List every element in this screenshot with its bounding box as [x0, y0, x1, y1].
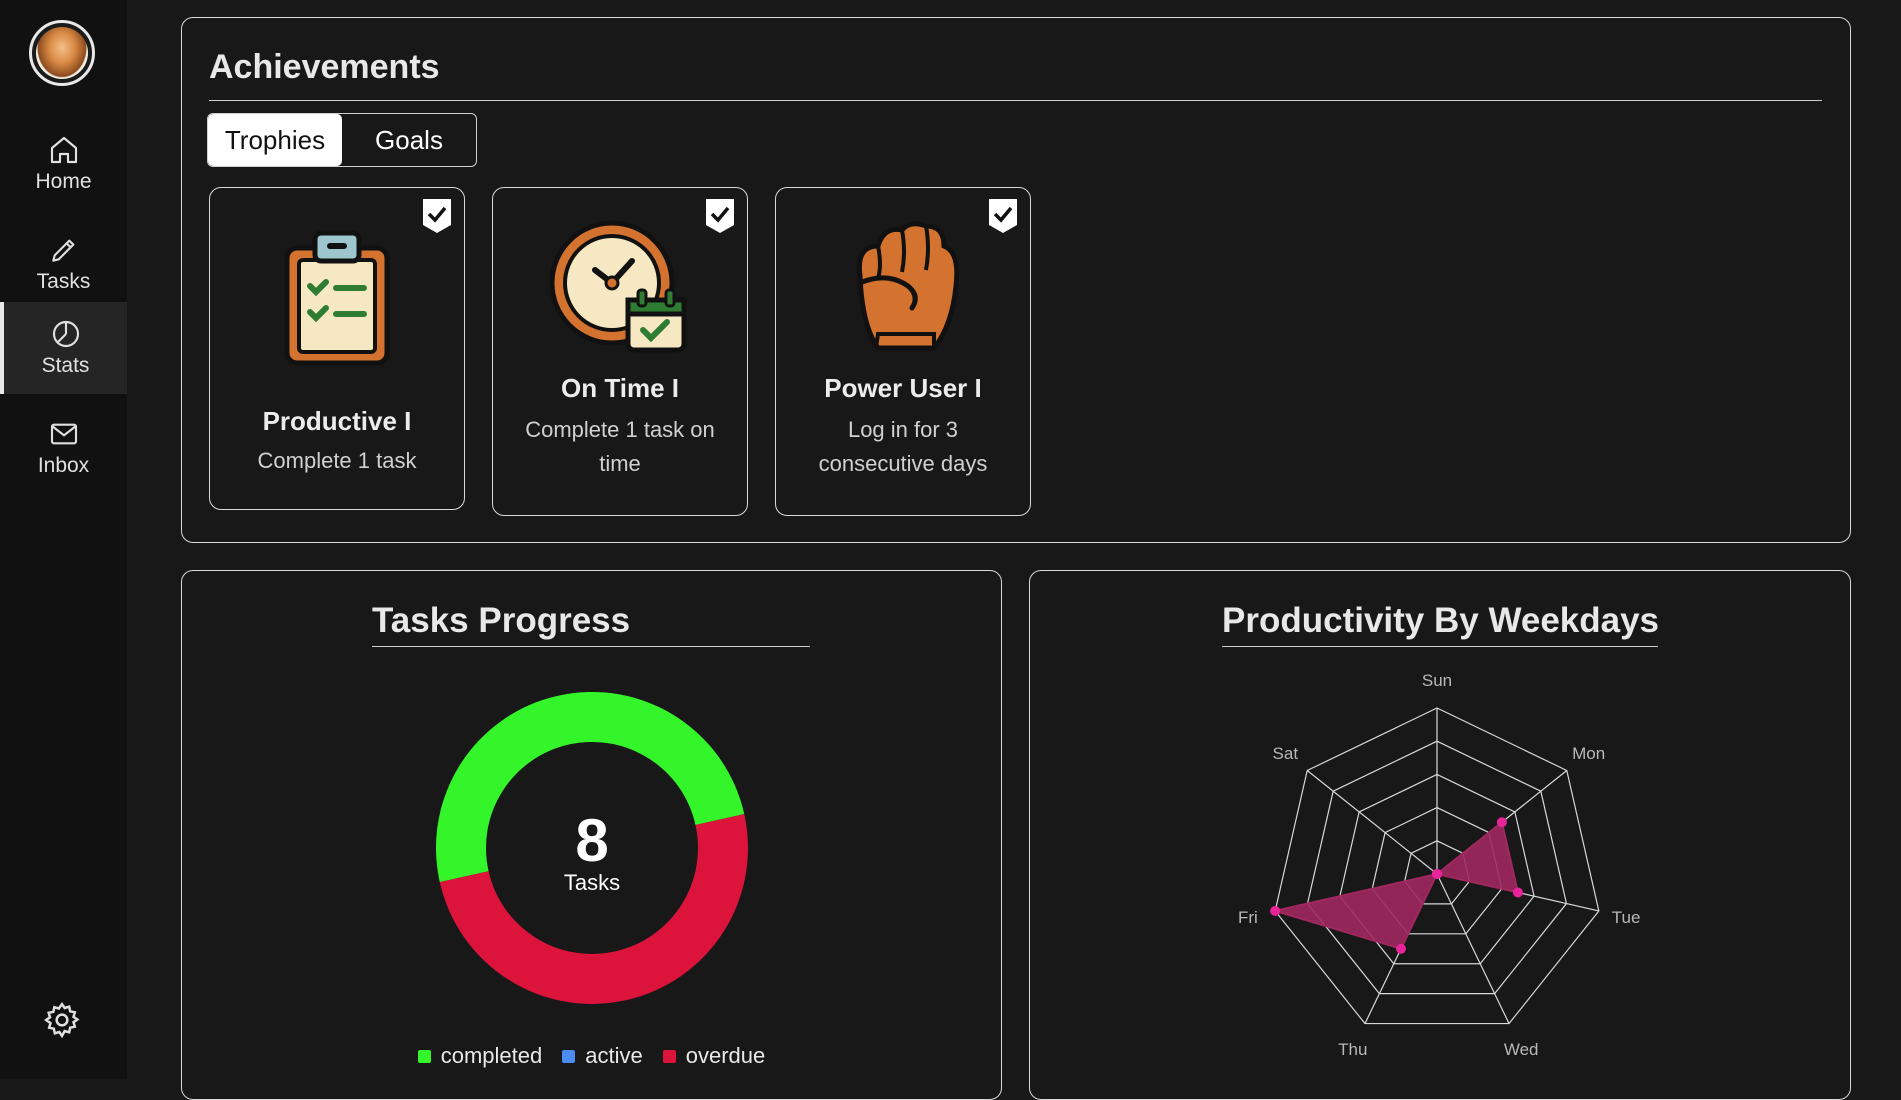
donut-center-label: Tasks [563, 870, 621, 895]
achievements-title: Achievements [209, 48, 440, 86]
sidebar-item-tasks[interactable]: Tasks [0, 218, 127, 310]
radar-point-thu[interactable] [1395, 943, 1406, 954]
tasks-progress-panel: Tasks Progress 8 Tasks completed active … [181, 570, 1002, 1100]
title-divider [209, 100, 1822, 101]
fist-icon [856, 221, 960, 351]
sidebar-item-label: Home [35, 170, 92, 193]
home-icon [50, 136, 77, 164]
achievement-title: On Time I [561, 373, 679, 403]
achievement-card-on-time[interactable]: On Time I Complete 1 task on time [492, 187, 748, 516]
radar-axis-label: Tue [1612, 908, 1641, 927]
radar-point-sat[interactable] [1432, 869, 1442, 879]
clipboard-checklist-icon [284, 230, 390, 366]
productivity-panel: Productivity By Weekdays Sun Mon Tue Wed Thu… [1029, 570, 1851, 1100]
avatar[interactable] [29, 20, 95, 86]
sidebar-item-label: Inbox [37, 454, 90, 477]
tab-goals[interactable]: Goals [342, 114, 476, 166]
pie-chart-icon [52, 320, 79, 348]
legend-label: overdue [685, 1043, 766, 1068]
sidebar-item-stats[interactable]: Stats [0, 302, 127, 394]
achievement-title: Power User I [824, 373, 982, 403]
sidebar: Home Tasks Stats Inbox [0, 0, 127, 1079]
radar-axis-label: Sun [1422, 671, 1452, 690]
radar-point-tue[interactable] [1512, 887, 1523, 898]
sidebar-item-label: Stats [41, 354, 90, 377]
achievement-description: Complete 1 task [257, 448, 417, 473]
clock-calendar-icon [550, 220, 687, 353]
legend-swatch [562, 1049, 576, 1063]
achievement-description: Complete 1 task on time [525, 417, 715, 476]
sidebar-item-label: Tasks [36, 270, 91, 293]
legend-item-overdue[interactable]: overdue [662, 1043, 766, 1069]
donut-legend: completed active overdue [182, 1043, 1001, 1069]
achievement-card-power-user[interactable]: Power User I Log in for 3 consecutive da… [775, 187, 1031, 516]
radar-axis-label: Sat [1273, 744, 1299, 763]
radar-axis-label: Thu [1338, 1040, 1367, 1059]
radar-point-mon[interactable] [1496, 817, 1507, 828]
radar-axis-label: Fri [1238, 908, 1258, 927]
mail-icon [50, 423, 77, 445]
tab-trophies[interactable]: Trophies [208, 114, 342, 166]
legend-item-completed[interactable]: completed [417, 1043, 543, 1069]
achievement-description: Log in for 3 consecutive days [818, 417, 988, 476]
achievement-card-productive[interactable]: Productive I Complete 1 task [209, 187, 465, 510]
legend-swatch [417, 1049, 431, 1063]
sidebar-item-inbox[interactable]: Inbox [0, 402, 127, 494]
legend-swatch [662, 1049, 676, 1063]
radar-axis-label: Wed [1504, 1040, 1539, 1059]
weekday-radar-chart: Sun Mon Tue Wed Thu Fri Sat [1238, 671, 1641, 1059]
donut-center-value: 8 [575, 807, 609, 874]
achievements-panel: Achievements Trophies Goals Productive I… [181, 17, 1851, 543]
tasks-donut-chart [435, 691, 748, 1004]
achievement-title: Productive I [262, 406, 412, 436]
sidebar-item-home[interactable]: Home [0, 118, 127, 210]
legend-label: completed [440, 1043, 543, 1068]
achievements-tabs: Trophies Goals [207, 113, 477, 167]
avatar-image [36, 27, 88, 79]
legend-item-active[interactable]: active [562, 1043, 643, 1069]
radar-point-fri[interactable] [1270, 905, 1281, 916]
radar-spoke [1436, 873, 1510, 1024]
radar-axis-label: Mon [1572, 744, 1605, 763]
gear-icon[interactable] [42, 1000, 82, 1040]
pencil-icon [51, 239, 74, 262]
legend-label: active [585, 1043, 643, 1068]
